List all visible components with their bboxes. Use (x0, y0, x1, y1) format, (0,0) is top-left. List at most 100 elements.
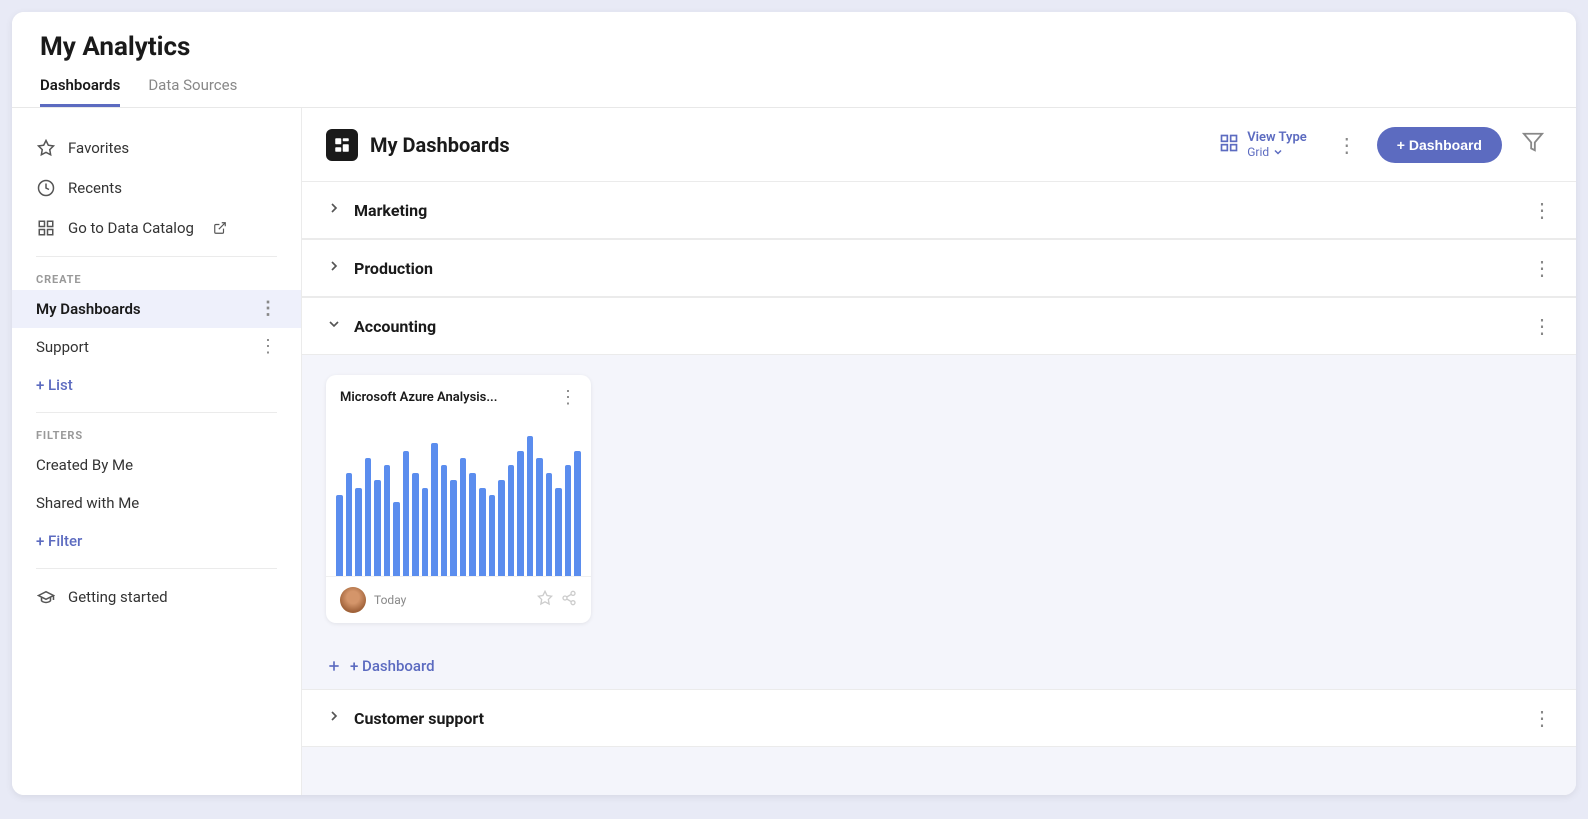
customer-support-dots[interactable]: ⋮ (1532, 706, 1552, 730)
chart-bar (355, 488, 362, 576)
chart-bar (565, 465, 572, 576)
tabs-bar: Dashboards Data Sources (40, 76, 1548, 107)
chart-bar (422, 488, 429, 576)
app-title: My Analytics (40, 32, 1548, 62)
chart-bar (479, 488, 486, 576)
sidebar-item-support[interactable]: Support ⋮ (12, 328, 301, 366)
marketing-name: Marketing (354, 201, 1520, 220)
chart-bar (460, 458, 467, 576)
marketing-chevron (326, 200, 342, 220)
group-accounting: Accounting ⋮ Microsoft Azure Analysis...… (302, 297, 1576, 689)
view-type-label: View Type (1247, 130, 1307, 145)
chart-bar (450, 480, 457, 576)
chart-bar (346, 473, 353, 576)
sidebar-item-data-catalog[interactable]: Go to Data Catalog (12, 208, 301, 248)
accounting-dots[interactable]: ⋮ (1532, 314, 1552, 338)
create-section-label: CREATE (12, 265, 301, 290)
view-type-grid-icon (1219, 133, 1239, 157)
tab-dashboards[interactable]: Dashboards (40, 76, 120, 107)
marketing-dots[interactable]: ⋮ (1532, 198, 1552, 222)
production-dots[interactable]: ⋮ (1532, 256, 1552, 280)
panel-title: My Dashboards (370, 133, 1197, 157)
panel-more-options[interactable]: ⋮ (1329, 129, 1365, 161)
dashboard-card-azure[interactable]: Microsoft Azure Analysis... ⋮ (326, 375, 591, 623)
accounting-chevron (326, 316, 342, 336)
chart-bar (546, 473, 553, 576)
group-production[interactable]: Production ⋮ (302, 239, 1576, 297)
view-type-value: Grid (1247, 145, 1307, 159)
my-dashboards-dots[interactable]: ⋮ (259, 300, 277, 318)
sidebar-item-favorites[interactable]: Favorites (12, 128, 301, 168)
add-dashboard-link[interactable]: + Dashboard (302, 643, 1576, 689)
panel-actions: View Type Grid ⋮ + Dashboard (1209, 124, 1552, 165)
sidebar-item-recents[interactable]: Recents (12, 168, 301, 208)
card-date: Today (374, 593, 406, 607)
chart-bar (527, 436, 534, 576)
add-dashboard-link-label: + Dashboard (350, 657, 435, 675)
chart-bar (555, 488, 562, 576)
add-filter-label: + Filter (36, 532, 82, 550)
customer-support-name: Customer support (354, 709, 1520, 728)
card-footer: Today (326, 576, 591, 623)
filter-created-by-me[interactable]: Created By Me (12, 446, 301, 484)
accounting-cards-grid: Microsoft Azure Analysis... ⋮ (302, 355, 1576, 643)
view-type-info: View Type Grid (1247, 130, 1307, 159)
chart-bar (393, 502, 400, 576)
main-content: Favorites Recents Go to Data Catalog (12, 108, 1576, 795)
chart-bar (469, 473, 476, 576)
chart-bar (374, 480, 381, 576)
avatar-image (340, 587, 366, 613)
sidebar-item-my-dashboards[interactable]: My Dashboards ⋮ (12, 290, 301, 328)
chart-bar (441, 465, 448, 576)
support-label: Support (36, 338, 89, 356)
add-dashboard-button[interactable]: + Dashboard (1377, 127, 1502, 163)
sidebar-item-getting-started[interactable]: Getting started (12, 577, 301, 617)
add-list-label: + List (36, 376, 73, 394)
chart-bar (574, 451, 581, 576)
chart-bar (412, 473, 419, 576)
chart-bar (431, 443, 438, 576)
graduation-icon (36, 587, 56, 607)
view-type-button[interactable]: View Type Grid (1209, 124, 1317, 165)
chart-bar (384, 465, 391, 576)
chart-bar (403, 451, 410, 576)
content-area: Marketing ⋮ Production ⋮ (302, 182, 1576, 795)
grid-icon (36, 218, 56, 238)
star-icon (36, 138, 56, 158)
sidebar-divider-filters (36, 412, 277, 413)
chart-bar (508, 465, 515, 576)
right-panel: My Dashboards View Type Grid (302, 108, 1576, 795)
sidebar-divider-bottom (36, 568, 277, 569)
production-chevron (326, 258, 342, 278)
filter-icon-button[interactable] (1514, 127, 1552, 162)
chart-bar (489, 495, 496, 576)
card-footer-left: Today (340, 587, 406, 613)
sidebar-add-list[interactable]: + List (12, 366, 301, 404)
accounting-header[interactable]: Accounting ⋮ (302, 297, 1576, 355)
data-catalog-label: Go to Data Catalog (68, 219, 194, 237)
card-header: Microsoft Azure Analysis... ⋮ (326, 375, 591, 416)
app-header: My Analytics Dashboards Data Sources (12, 12, 1576, 108)
tab-data-sources[interactable]: Data Sources (148, 76, 237, 107)
filters-section-label: FILTERS (12, 421, 301, 446)
support-dots[interactable]: ⋮ (259, 338, 277, 356)
favorites-label: Favorites (68, 139, 129, 157)
customer-support-chevron (326, 708, 342, 728)
clock-icon (36, 178, 56, 198)
chart-bar (365, 458, 372, 576)
external-link-icon (210, 218, 230, 238)
star-outline-icon[interactable] (537, 590, 553, 610)
sidebar-add-filter[interactable]: + Filter (12, 522, 301, 560)
card-dots[interactable]: ⋮ (559, 387, 577, 408)
card-chart (326, 416, 591, 576)
filter-shared-with-me[interactable]: Shared with Me (12, 484, 301, 522)
group-customer-support[interactable]: Customer support ⋮ (302, 689, 1576, 747)
chart-bar (336, 495, 343, 576)
group-marketing[interactable]: Marketing ⋮ (302, 182, 1576, 239)
production-name: Production (354, 259, 1520, 278)
share-icon[interactable] (561, 590, 577, 610)
recents-label: Recents (68, 179, 122, 197)
accounting-name: Accounting (354, 317, 1520, 336)
card-title: Microsoft Azure Analysis... (340, 390, 497, 405)
panel-title-icon (326, 129, 358, 161)
